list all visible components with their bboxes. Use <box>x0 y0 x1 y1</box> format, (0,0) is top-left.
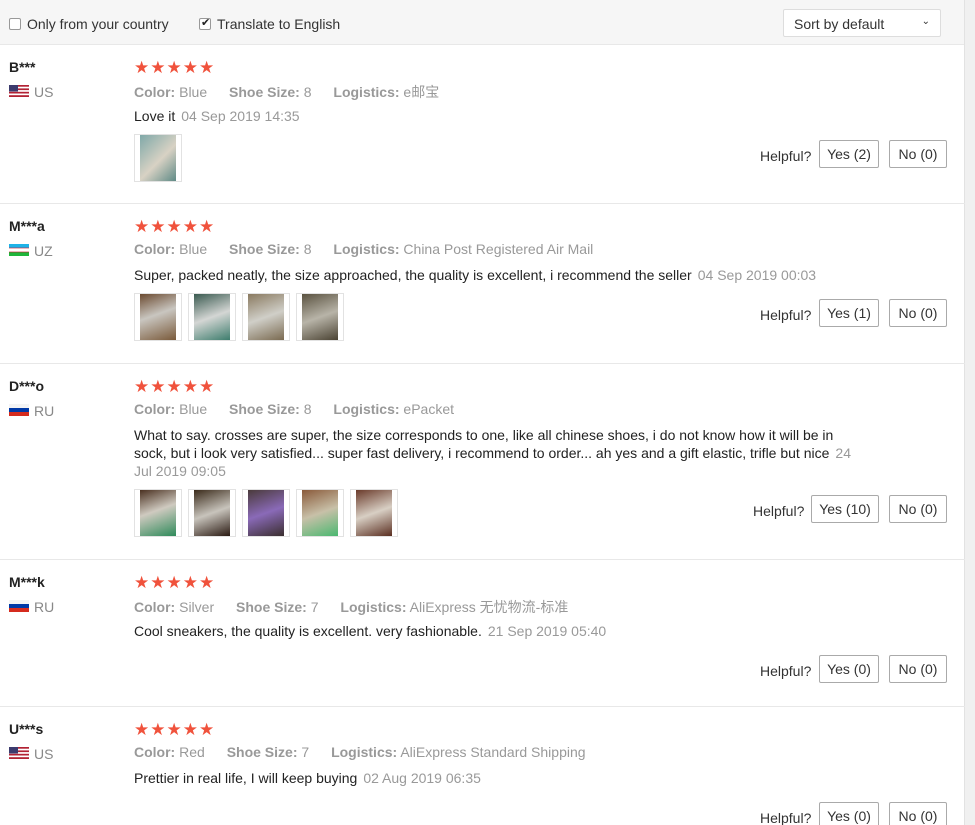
reviewer-country: UZ <box>34 243 53 259</box>
helpful-label: Helpful? <box>760 307 812 323</box>
reviewer-name: D***o <box>9 378 45 394</box>
reviewer-name: M***k <box>9 574 45 590</box>
helpful-yes-button[interactable]: Yes (10) <box>811 495 879 523</box>
shoe-size-value: 7 <box>301 744 310 760</box>
reviewer-country: US <box>34 746 54 762</box>
helpful-yes-button[interactable]: Yes (0) <box>819 802 879 825</box>
review-text: Super, packed neatly, the size approache… <box>134 267 817 283</box>
review-date: 02 Aug 2019 06:35 <box>363 770 481 786</box>
review-text: Love it 04 Sep 2019 14:35 <box>134 108 300 124</box>
review-photos <box>134 489 404 537</box>
review-attributes: Color: Blue Shoe Size: 8 Logistics: e邮宝 <box>134 84 440 100</box>
chevron-down-icon: ⌄ <box>921 16 930 27</box>
logistics-value: China Post Registered Air Mail <box>403 241 594 257</box>
review-text: Prettier in real life, I will keep buyin… <box>134 770 481 786</box>
helpful-yes-button[interactable]: Yes (2) <box>819 140 879 168</box>
sort-dropdown[interactable]: Sort by default ⌄ <box>783 9 941 37</box>
helpful-no-button[interactable]: No (0) <box>889 802 947 825</box>
star-rating: ★★★★★ <box>134 573 216 592</box>
color-value: Blue <box>179 84 208 100</box>
review-photo[interactable] <box>188 489 236 537</box>
filter-bar: Only from your country Translate to Engl… <box>0 0 965 45</box>
review-photo[interactable] <box>134 293 182 341</box>
helpful-no-button[interactable]: No (0) <box>889 140 947 168</box>
review-item: D***o RU ★★★★★ Color: Blue Shoe Size: 8 … <box>0 364 965 560</box>
review-date: 04 Sep 2019 14:35 <box>181 108 300 124</box>
shoe-size-value: 8 <box>303 84 312 100</box>
color-value: Red <box>179 744 205 760</box>
review-attributes: Color: Blue Shoe Size: 8 Logistics: Chin… <box>134 241 594 257</box>
review-photo[interactable] <box>242 293 290 341</box>
ru-flag-icon <box>9 600 29 612</box>
only-country-label[interactable]: Only from your country <box>27 16 169 32</box>
helpful-no-button[interactable]: No (0) <box>889 655 947 683</box>
helpful-label: Helpful? <box>760 810 812 825</box>
helpful-yes-button[interactable]: Yes (1) <box>819 299 879 327</box>
star-rating: ★★★★★ <box>134 217 216 236</box>
shoe-size-value: 8 <box>303 241 312 257</box>
reviewer-country: US <box>34 84 54 100</box>
review-photo[interactable] <box>188 293 236 341</box>
us-flag-icon <box>9 85 29 97</box>
review-photos <box>134 134 188 182</box>
reviewer-name: U***s <box>9 721 44 737</box>
review-date: 21 Sep 2019 05:40 <box>487 623 607 639</box>
reviewer-country: RU <box>34 599 55 615</box>
review-photo[interactable] <box>296 293 344 341</box>
us-flag-icon <box>9 747 29 759</box>
review-attributes: Color: Red Shoe Size: 7 Logistics: AliEx… <box>134 744 586 760</box>
review-photo[interactable] <box>296 489 344 537</box>
translate-checkbox[interactable] <box>199 16 211 30</box>
logistics-value: e邮宝 <box>403 84 440 100</box>
color-value: Blue <box>179 241 208 257</box>
shoe-size-value: 8 <box>303 401 312 417</box>
review-photos <box>134 293 350 341</box>
helpful-label: Helpful? <box>753 503 805 519</box>
review-item: M***a UZ ★★★★★ Color: Blue Shoe Size: 8 … <box>0 204 965 364</box>
star-rating: ★★★★★ <box>134 720 216 739</box>
shoe-size-value: 7 <box>310 599 319 615</box>
review-item: U***s US ★★★★★ Color: Red Shoe Size: 7 L… <box>0 707 965 825</box>
review-item: M***k RU ★★★★★ Color: Silver Shoe Size: … <box>0 560 965 707</box>
color-value: Blue <box>179 401 208 417</box>
color-value: Silver <box>179 599 215 615</box>
logistics-value: AliExpress 无忧物流-标准 <box>409 599 569 615</box>
reviewer-name: M***a <box>9 218 45 234</box>
star-rating: ★★★★★ <box>134 377 216 396</box>
helpful-no-button[interactable]: No (0) <box>889 299 947 327</box>
review-date: 04 Sep 2019 00:03 <box>697 267 817 283</box>
reviewer-name: B*** <box>9 59 36 75</box>
review-photo[interactable] <box>134 134 182 182</box>
ru-flag-icon <box>9 404 29 416</box>
logistics-value: AliExpress Standard Shipping <box>400 744 586 760</box>
helpful-yes-button[interactable]: Yes (0) <box>819 655 879 683</box>
reviewer-country: RU <box>34 403 55 419</box>
helpful-label: Helpful? <box>760 663 812 679</box>
review-attributes: Color: Silver Shoe Size: 7 Logistics: Al… <box>134 599 569 615</box>
review-attributes: Color: Blue Shoe Size: 8 Logistics: ePac… <box>134 401 455 417</box>
review-text: Cool sneakers, the quality is excellent.… <box>134 623 607 639</box>
review-text: What to say. crosses are super, the size… <box>134 427 851 479</box>
sort-label: Sort by default <box>794 16 885 32</box>
helpful-no-button[interactable]: No (0) <box>889 495 947 523</box>
review-photo[interactable] <box>134 489 182 537</box>
only-country-checkbox[interactable] <box>9 18 21 30</box>
helpful-label: Helpful? <box>760 148 812 164</box>
translate-label[interactable]: Translate to English <box>217 16 340 32</box>
star-rating: ★★★★★ <box>134 58 216 77</box>
scrollbar[interactable] <box>964 0 975 825</box>
review-photo[interactable] <box>350 489 398 537</box>
review-photo[interactable] <box>242 489 290 537</box>
review-item: B*** US ★★★★★ Color: Blue Shoe Size: 8 L… <box>0 45 965 204</box>
uz-flag-icon <box>9 244 29 256</box>
logistics-value: ePacket <box>403 401 455 417</box>
